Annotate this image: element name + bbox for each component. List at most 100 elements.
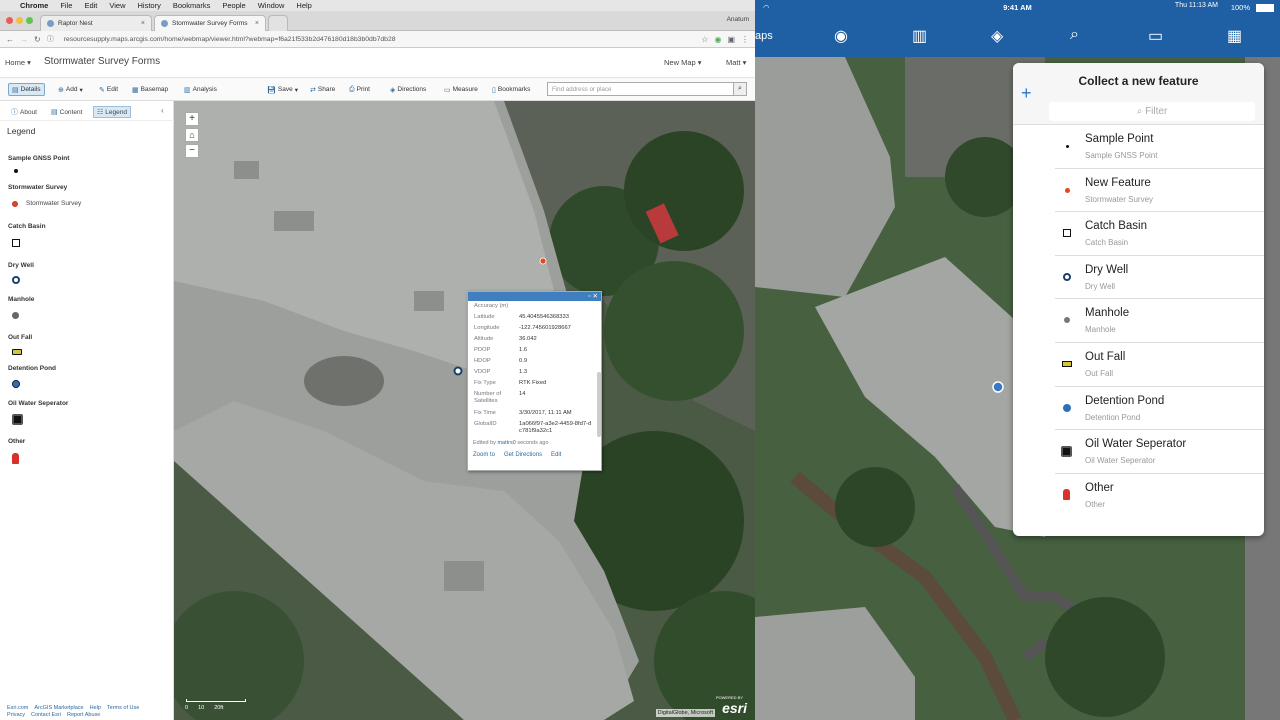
feature-row[interactable]: Catch Basin Catch Basin bbox=[1055, 212, 1264, 256]
feature-row[interactable]: Other Other bbox=[1055, 474, 1264, 518]
new-map-menu[interactable]: New Map ▾ bbox=[664, 58, 702, 67]
directions-button[interactable]: ◈ Directions bbox=[387, 83, 429, 96]
menu-edit[interactable]: Edit bbox=[84, 1, 97, 10]
home-extent-icon[interactable]: ⌂ bbox=[185, 128, 199, 142]
menu-help[interactable]: Help bbox=[296, 1, 311, 10]
search-icon[interactable]: ⌕ bbox=[1070, 26, 1079, 44]
add-button[interactable]: ⊕ Add ▾ bbox=[55, 83, 86, 96]
search-input[interactable]: Find address or place bbox=[547, 82, 747, 96]
feature-row[interactable]: Detention Pond Detention Pond bbox=[1055, 387, 1264, 431]
footer-link[interactable]: Report Abuse bbox=[67, 712, 100, 718]
print-button[interactable]: ⎙ Print bbox=[346, 83, 373, 96]
basemap-icon: ▦ bbox=[132, 86, 139, 94]
sidebar-tabs: ⓘ About ▤ Content ☷ Legend ‹ bbox=[0, 101, 174, 121]
measure-icon[interactable]: ▭ bbox=[1148, 26, 1163, 46]
feature-row[interactable]: New Feature Stormwater Survey bbox=[1055, 169, 1264, 213]
bookmarks-label: Bookmarks bbox=[497, 86, 531, 93]
legend-group-title: Sample GNSS Point bbox=[8, 155, 70, 162]
filter-input[interactable]: ⌕ Filter bbox=[1049, 102, 1255, 121]
point-symbol-icon bbox=[14, 169, 18, 173]
bookmarks-button[interactable]: ▯ Bookmarks bbox=[489, 83, 533, 96]
feature-row[interactable]: Manhole Manhole bbox=[1055, 299, 1264, 343]
measure-icon: ▭ bbox=[444, 86, 451, 94]
home-menu[interactable]: Home ▾ bbox=[5, 58, 31, 67]
basemap-button[interactable]: ▦ Basemap bbox=[129, 83, 171, 96]
details-button[interactable]: ▤ Details bbox=[8, 83, 45, 96]
new-tab-button[interactable] bbox=[268, 15, 288, 31]
book-icon[interactable]: ▥ bbox=[912, 26, 927, 46]
tab-close-icon[interactable]: × bbox=[255, 20, 259, 27]
collapse-sidebar-icon[interactable]: ‹ bbox=[161, 106, 164, 115]
minimize-window-icon[interactable] bbox=[16, 17, 23, 24]
reload-icon[interactable]: ↻ bbox=[34, 35, 41, 44]
chrome-menu-icon[interactable]: ⋮ bbox=[741, 35, 749, 44]
footer-link[interactable]: ArcGIS Marketplace bbox=[34, 705, 83, 711]
footer-link[interactable]: Terms of Use bbox=[107, 705, 139, 711]
footer-link[interactable]: Esri.com bbox=[7, 705, 28, 711]
extension-icon[interactable]: ▣ bbox=[727, 35, 735, 44]
grid-icon[interactable]: ▦ bbox=[1227, 26, 1242, 46]
extension-icon[interactable]: ◉ bbox=[714, 35, 721, 44]
arcgis-header: Home ▾ Stormwater Survey Forms New Map ▾… bbox=[0, 48, 755, 78]
menu-window[interactable]: Window bbox=[258, 1, 285, 10]
feature-row[interactable]: Oil Water Seperator Oil Water Seperator bbox=[1055, 430, 1264, 474]
edited-user: mattrs0 bbox=[497, 440, 516, 446]
feature-name: New Feature bbox=[1085, 176, 1151, 189]
tab-legend[interactable]: ☷ Legend bbox=[93, 106, 131, 118]
measure-button[interactable]: ▭ Measure bbox=[441, 83, 481, 96]
user-menu[interactable]: Matt ▾ bbox=[726, 58, 746, 67]
search-icon[interactable]: ⌕ bbox=[733, 82, 747, 96]
menu-file[interactable]: File bbox=[60, 1, 72, 10]
maximize-icon[interactable]: ▫ bbox=[588, 293, 590, 300]
feature-row[interactable]: Sample Point Sample GNSS Point bbox=[1055, 125, 1264, 169]
popup-field-label: Fix Time bbox=[474, 410, 496, 416]
zoom-out-button[interactable]: − bbox=[185, 144, 199, 158]
back-icon[interactable]: ← bbox=[6, 35, 14, 44]
url-field[interactable]: resourcesupply.maps.arcgis.com/home/webm… bbox=[64, 36, 696, 43]
forward-icon[interactable]: → bbox=[20, 35, 28, 44]
close-window-icon[interactable] bbox=[6, 17, 13, 24]
get-directions-link[interactable]: Get Directions bbox=[504, 452, 542, 458]
zoom-to-link[interactable]: Zoom to bbox=[473, 452, 495, 458]
share-button[interactable]: ⇄ Share bbox=[307, 83, 338, 96]
popup-field-value: -122.745601928667 bbox=[519, 325, 571, 331]
maps-back-label[interactable]: aps bbox=[755, 30, 773, 42]
scale-label: 0 bbox=[185, 705, 189, 711]
chrome-profile[interactable]: Anatum bbox=[727, 16, 749, 23]
legend-icon: ☷ bbox=[97, 109, 104, 116]
tab-close-icon[interactable]: × bbox=[141, 20, 145, 27]
bookmark-star-icon[interactable]: ☆ bbox=[701, 35, 708, 44]
close-icon[interactable]: ✕ bbox=[593, 293, 598, 300]
collect-point-icon[interactable]: ◉ bbox=[834, 26, 848, 46]
square-symbol-icon bbox=[1063, 229, 1071, 238]
footer-link[interactable]: Contact Esri bbox=[31, 712, 61, 718]
tab-content[interactable]: ▤ Content bbox=[48, 106, 85, 118]
feature-sub: Catch Basin bbox=[1085, 238, 1129, 248]
tab-raptor-nest[interactable]: Raptor Nest × bbox=[40, 15, 152, 31]
feature-row[interactable]: Out Fall Out Fall bbox=[1055, 343, 1264, 387]
footer-link[interactable]: Help bbox=[90, 705, 101, 711]
menu-app-name[interactable]: Chrome bbox=[20, 1, 48, 10]
menu-history[interactable]: History bbox=[138, 1, 161, 10]
directions-label: Directions bbox=[397, 86, 427, 93]
tab-bar: Raptor Nest × Stormwater Survey Forms × … bbox=[0, 11, 755, 31]
popup-scrollbar[interactable] bbox=[597, 372, 601, 437]
collector-toolbar: aps ◉ ▥ ◈ ⌕ ▭ ▦ bbox=[755, 17, 1280, 57]
edit-button[interactable]: ✎ Edit bbox=[96, 83, 121, 96]
edit-link[interactable]: Edit bbox=[551, 452, 561, 458]
tab-stormwater[interactable]: Stormwater Survey Forms × bbox=[154, 15, 266, 31]
feature-row[interactable]: Dry Well Dry Well bbox=[1055, 256, 1264, 300]
menu-view[interactable]: View bbox=[109, 1, 125, 10]
feature-sub: Detention Pond bbox=[1085, 412, 1141, 422]
menu-bookmarks[interactable]: Bookmarks bbox=[173, 1, 211, 10]
layers-icon[interactable]: ◈ bbox=[991, 26, 1003, 46]
tab-about[interactable]: ⓘ About bbox=[8, 106, 40, 118]
esri-logo[interactable]: esri bbox=[722, 700, 747, 716]
analysis-button[interactable]: ▥ Analysis bbox=[181, 83, 220, 96]
zoom-in-button[interactable]: + bbox=[185, 112, 199, 126]
menu-people[interactable]: People bbox=[222, 1, 245, 10]
map-view[interactable]: + ⌂ − 0 10 20ft DigitalGlobe, Microsoft … bbox=[174, 101, 755, 720]
footer-link[interactable]: Privacy bbox=[7, 712, 25, 718]
zoom-window-icon[interactable] bbox=[26, 17, 33, 24]
save-button[interactable]: 💾︎ Save ▾ bbox=[264, 83, 301, 96]
